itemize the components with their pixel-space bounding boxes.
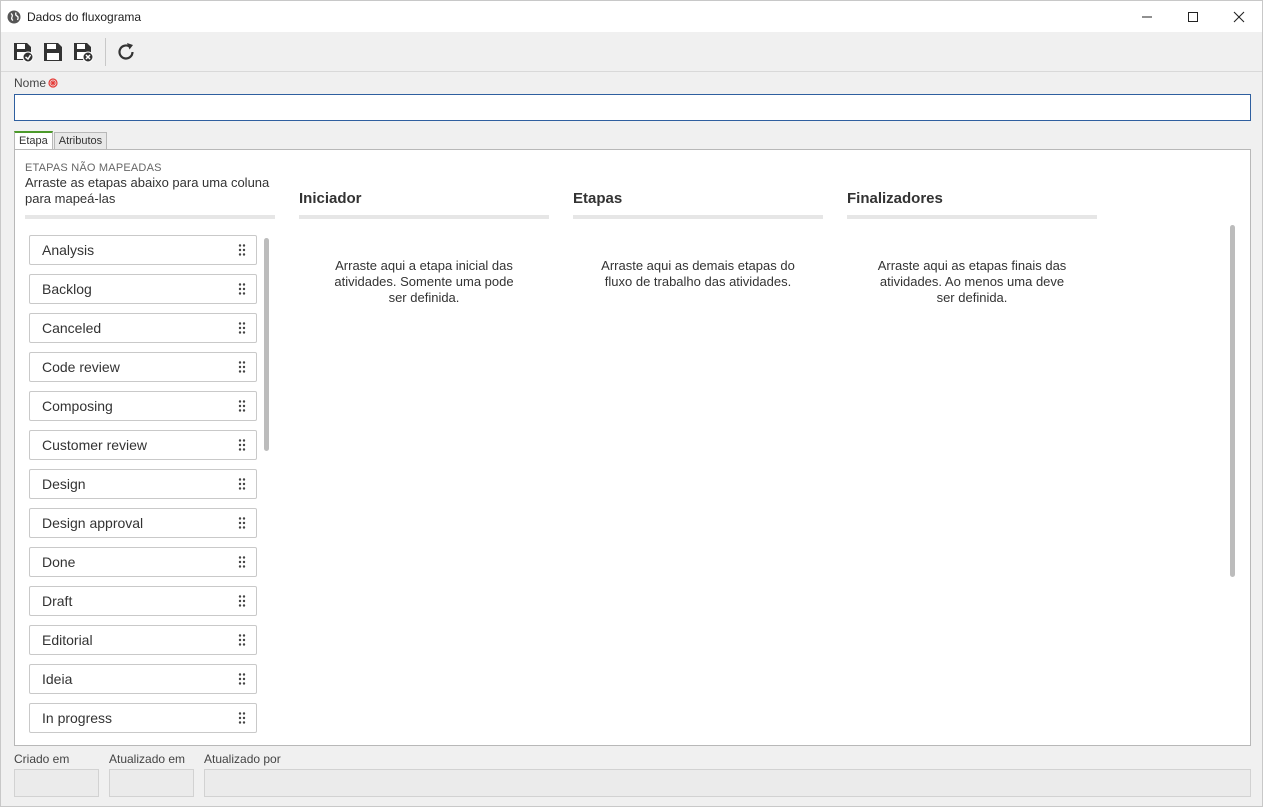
stage-item-label: Backlog <box>42 281 92 297</box>
stage-item[interactable]: Code review <box>29 352 257 382</box>
stage-item[interactable]: Customer review <box>29 430 257 460</box>
close-icon <box>1233 11 1245 22</box>
minimize-icon <box>1142 16 1152 17</box>
stage-item-label: Draft <box>42 593 73 609</box>
column-title: Etapas <box>573 190 623 207</box>
stage-item[interactable]: In progress <box>29 703 257 733</box>
stage-item[interactable]: Design <box>29 469 257 499</box>
save-new-icon <box>14 42 34 62</box>
save-icon <box>44 42 62 61</box>
stage-item[interactable]: Canceled <box>29 313 257 343</box>
unmapped-divider <box>25 215 275 219</box>
column-etapas[interactable]: Etapas Arraste aqui as demais etapas do … <box>573 190 823 289</box>
maximize-icon <box>1188 11 1198 22</box>
flowchart-data-window: Dados do fluxograma Nome Etapa Atributos… <box>0 0 1263 807</box>
unmapped-caption: ETAPAS NÃO MAPEADAS <box>25 162 162 174</box>
stage-item[interactable]: Ideia <box>29 664 257 694</box>
column-iniciador[interactable]: Iniciador Arraste aqui a etapa inicial d… <box>299 190 549 305</box>
refresh-button[interactable] <box>112 38 140 66</box>
stage-item[interactable]: Backlog <box>29 274 257 304</box>
stage-item-label: Editorial <box>42 632 93 648</box>
refresh-icon <box>118 42 134 60</box>
globe-icon <box>7 10 21 24</box>
created-field <box>14 769 99 797</box>
name-label: Nome <box>14 76 58 90</box>
drag-handle-icon[interactable] <box>238 595 246 607</box>
stage-mapping-panel: ETAPAS NÃO MAPEADAS Arraste as etapas ab… <box>14 149 1251 746</box>
column-finalizadores[interactable]: Finalizadores Arraste aqui as etapas fin… <box>847 190 1097 305</box>
name-input[interactable] <box>14 94 1251 121</box>
stage-item-label: In progress <box>42 710 113 726</box>
drag-handle-icon[interactable] <box>238 517 246 529</box>
stage-item[interactable]: Done <box>29 547 257 577</box>
updated-label: Atualizado em <box>109 752 186 766</box>
save-and-close-button[interactable] <box>69 38 97 66</box>
drag-handle-icon[interactable] <box>238 322 246 334</box>
stage-item[interactable]: Analysis <box>29 235 257 265</box>
column-title: Finalizadores <box>847 190 943 207</box>
tab-bar: Etapa Atributos <box>14 130 108 151</box>
stage-item-label: Design <box>42 476 86 492</box>
name-label-text: Nome <box>14 76 47 90</box>
drag-handle-icon[interactable] <box>238 283 246 295</box>
title-bar: Dados do fluxograma <box>1 1 1262 32</box>
close-button[interactable] <box>1216 1 1262 32</box>
drag-handle-icon[interactable] <box>238 673 246 685</box>
created-label: Criado em <box>14 752 70 766</box>
drag-handle-icon[interactable] <box>238 361 246 373</box>
stage-item-label: Ideia <box>42 671 73 687</box>
stage-item[interactable]: Draft <box>29 586 257 616</box>
stage-item-label: Code review <box>42 359 120 375</box>
save-close-icon <box>74 42 94 62</box>
unmapped-list-scrollbar[interactable] <box>264 238 269 451</box>
column-title: Iniciador <box>299 190 362 207</box>
column-divider <box>299 215 549 219</box>
drag-handle-icon[interactable] <box>238 556 246 568</box>
toolbar <box>1 32 1262 72</box>
tab-etapa[interactable]: Etapa <box>14 131 53 151</box>
column-hint: Arraste aqui a etapa inicial das ativida… <box>334 258 514 305</box>
column-hint: Arraste aqui as demais etapas do fluxo d… <box>601 258 795 289</box>
drag-handle-icon[interactable] <box>238 634 246 646</box>
drag-handle-icon[interactable] <box>238 439 246 451</box>
save-button[interactable] <box>39 38 67 66</box>
drag-handle-icon[interactable] <box>238 478 246 490</box>
stage-item-label: Done <box>42 554 76 570</box>
stage-item-label: Canceled <box>42 320 102 336</box>
stage-item[interactable]: Composing <box>29 391 257 421</box>
stage-item-label: Analysis <box>42 242 95 258</box>
tab-atributos[interactable]: Atributos <box>53 132 108 150</box>
stage-item[interactable]: Design approval <box>29 508 257 538</box>
unmapped-header: ETAPAS NÃO MAPEADAS Arraste as etapas ab… <box>25 162 275 207</box>
stage-item[interactable]: Editorial <box>29 625 257 655</box>
unmapped-stage-list: Analysis Backlog Canceled Code review Co… <box>29 235 257 742</box>
updated-by-label: Atualizado por <box>204 752 281 766</box>
column-hint: Arraste aqui as etapas finais das ativid… <box>877 258 1067 305</box>
drag-handle-icon[interactable] <box>238 244 246 256</box>
updated-by-field <box>204 769 1251 797</box>
stage-item-label: Customer review <box>42 437 148 453</box>
updated-field <box>109 769 194 797</box>
unmapped-description: Arraste as etapas abaixo para uma coluna… <box>25 175 270 206</box>
stage-item-label: Design approval <box>42 515 144 531</box>
required-icon <box>48 78 58 88</box>
minimize-button[interactable] <box>1124 1 1170 32</box>
window-title: Dados do fluxograma <box>27 9 142 24</box>
drag-handle-icon[interactable] <box>238 400 246 412</box>
columns-scrollbar[interactable] <box>1230 225 1235 577</box>
toolbar-separator <box>105 37 106 66</box>
column-divider <box>847 215 1097 219</box>
save-and-new-button[interactable] <box>9 38 37 66</box>
maximize-button[interactable] <box>1170 1 1216 32</box>
drag-handle-icon[interactable] <box>238 712 246 724</box>
window-controls <box>1124 1 1262 32</box>
column-divider <box>573 215 823 219</box>
stage-item-label: Composing <box>42 398 113 414</box>
